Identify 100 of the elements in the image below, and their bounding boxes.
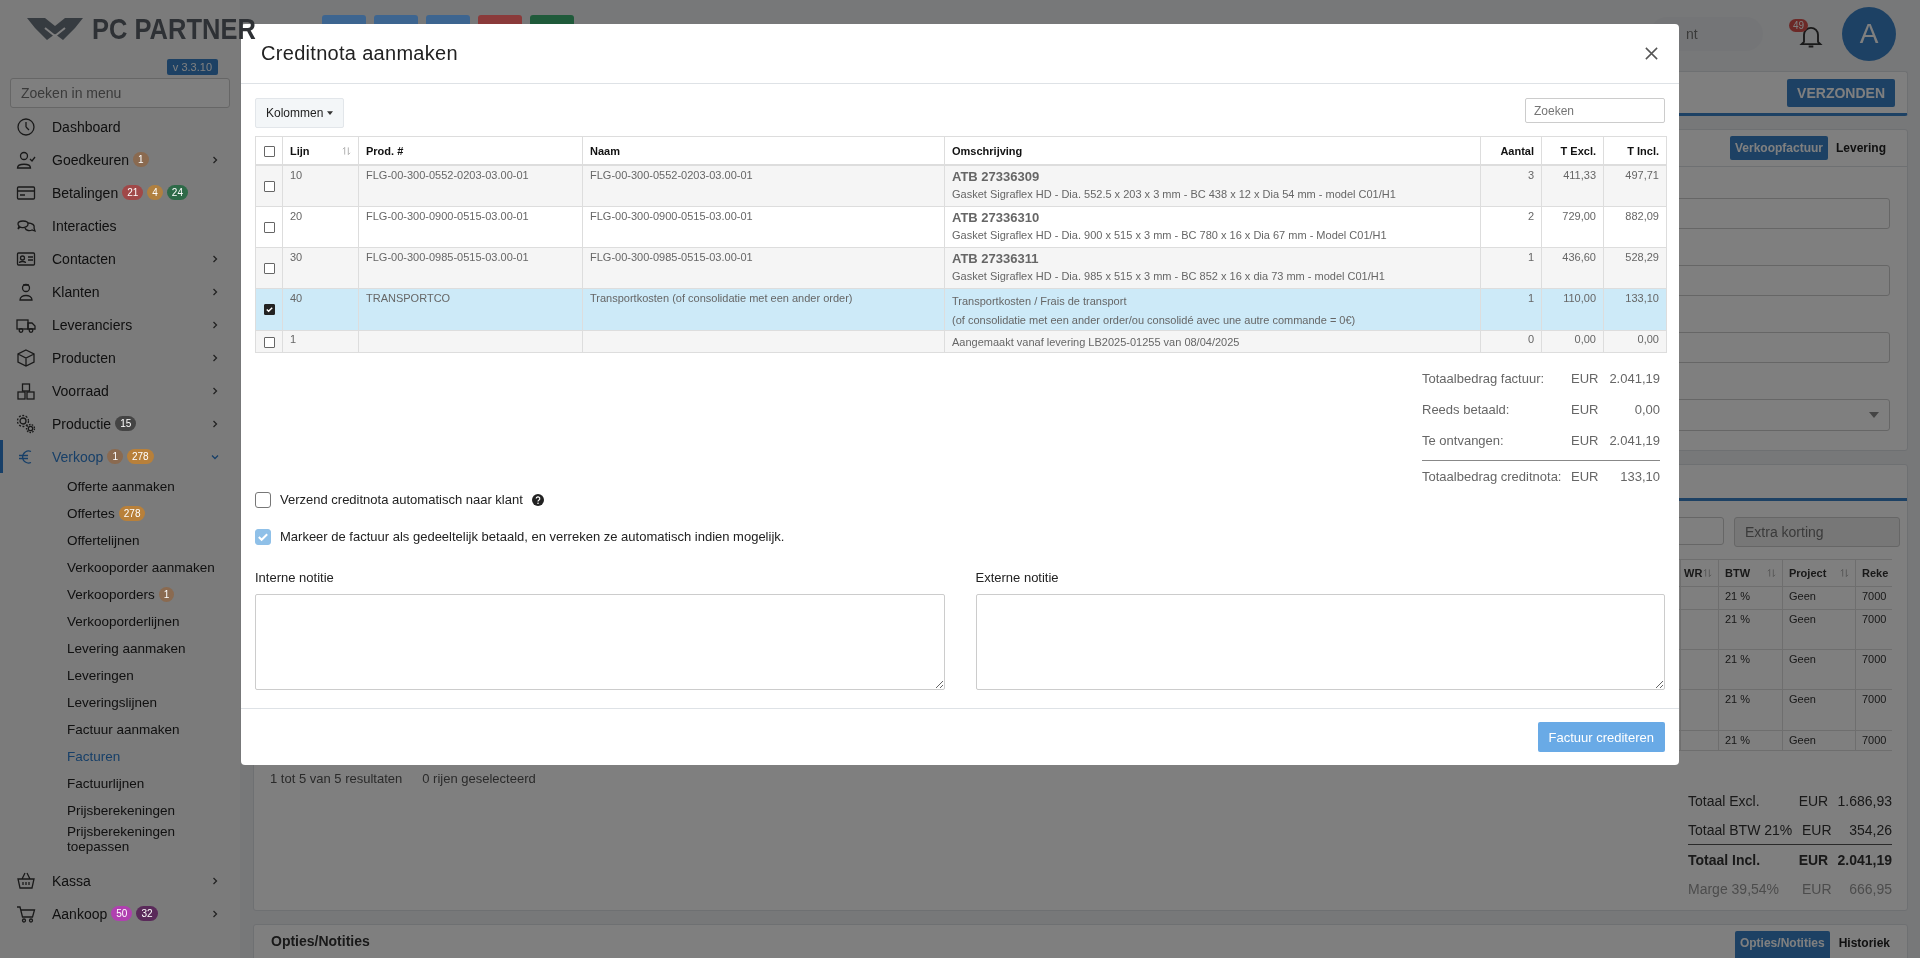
table-cell: 40 <box>290 291 303 304</box>
sort-icon[interactable] <box>1767 568 1776 578</box>
select-all-checkbox[interactable] <box>263 145 275 157</box>
summary-label: Totaalbedrag creditnota: <box>1422 468 1563 484</box>
discount-field[interactable]: Extra korting <box>1734 517 1900 547</box>
table-cell: 882,09 <box>1625 209 1659 222</box>
submenu-item[interactable]: Facturen <box>10 743 215 770</box>
person-check-icon <box>16 149 36 170</box>
row-checkbox[interactable] <box>263 262 275 274</box>
currency: EUR <box>1571 432 1600 448</box>
row-checkbox[interactable] <box>263 221 275 233</box>
menu-item[interactable]: Productie 15 <box>0 407 230 440</box>
row-checkbox[interactable] <box>263 337 275 349</box>
table-cell: 0,00 <box>1637 332 1659 345</box>
close-icon[interactable] <box>1644 46 1659 61</box>
sort-icon[interactable] <box>1840 568 1849 578</box>
submenu-item[interactable]: Verkooporder aanmaken <box>10 554 215 581</box>
table-cell: FLG-00-300-0552-0203-03.00-01 <box>366 169 529 181</box>
menu-item[interactable]: Voorraad <box>0 374 230 407</box>
submit-button[interactable]: Factuur crediteren <box>1537 722 1665 752</box>
table-cell: 411,33 <box>1563 169 1596 181</box>
menu-item[interactable]: Aankoop 50 32 <box>0 897 230 930</box>
submenu-item[interactable]: Offertes 278 <box>10 500 215 527</box>
row-checkbox[interactable] <box>263 181 275 193</box>
column-header[interactable]: WR <box>1680 560 1718 586</box>
submenu-item[interactable]: Leveringen <box>10 662 215 689</box>
tab[interactable]: Levering <box>1831 136 1891 160</box>
menu-item[interactable]: Verkoop 1 278 <box>0 440 230 473</box>
submenu-item[interactable]: Verkooporders 1 <box>10 581 215 608</box>
toolbar-button[interactable] <box>530 15 574 24</box>
menu-item[interactable]: Producten <box>0 341 230 374</box>
submenu-item[interactable]: Offerte aanmaken <box>10 473 215 500</box>
sort-icon[interactable] <box>342 145 351 156</box>
status-button[interactable]: VERZONDEN <box>1787 78 1895 107</box>
tab[interactable]: Historiek <box>1833 931 1895 958</box>
menu-item[interactable]: Contacten <box>0 242 230 275</box>
article-code: ATB 27336309 <box>952 169 1041 185</box>
tab[interactable]: Verkoopfactuur <box>1729 136 1828 160</box>
summary-value: 133,10 <box>1619 468 1660 484</box>
menu-item[interactable]: Betalingen 21 4 24 <box>0 176 230 209</box>
description-text: Gasket Sigraflex HD - Dia. 552.5 x 203 x 3 mm - BC 438 x 12 x Dia 54 mm - model C01/H1 <box>952 187 1397 202</box>
submenu-item[interactable]: Offertelijnen <box>10 527 215 554</box>
submenu-item[interactable]: Verkooporderlijnen <box>10 608 215 635</box>
notification-badge: 49 <box>1789 19 1809 32</box>
table-cell: FLG-00-300-0985-0515-03.00-01 <box>366 250 529 263</box>
currency: EUR <box>1571 370 1600 386</box>
article-code: ATB 27336310 <box>952 209 1041 226</box>
summary-label: Te ontvangen: <box>1422 432 1505 448</box>
currency: EUR <box>1802 821 1833 838</box>
table-cell: FLG-00-300-0985-0515-03.00-01 <box>590 250 753 263</box>
row-checkbox[interactable] <box>263 304 275 316</box>
summary-value: 2.041,19 <box>1608 432 1660 448</box>
total-value: 354,26 <box>1848 821 1892 838</box>
column-header[interactable]: BTW <box>1718 560 1782 586</box>
table-cell: 3 <box>1527 169 1534 181</box>
caret-icon <box>327 111 334 115</box>
menu-item[interactable]: Kassa <box>0 864 230 897</box>
submenu-item[interactable]: Prijsberekeningen <box>10 797 215 824</box>
toolbar-button[interactable] <box>322 15 366 24</box>
menu-search-field[interactable]: Zoeken in menu <box>10 78 230 108</box>
summary-label: Totaalbedrag factuur: <box>1422 370 1546 386</box>
table-cell: Geen <box>1782 690 1855 730</box>
note-textarea[interactable] <box>255 593 945 690</box>
table-cell: 7000 <box>1855 690 1892 730</box>
table-cell: 133,10 <box>1625 291 1659 304</box>
submenu-item[interactable]: Prijsberekeningen toepassen <box>10 824 215 854</box>
count-badge: 21 <box>122 185 144 200</box>
search-field[interactable]: Zoeken <box>1525 98 1665 123</box>
table-cell: FLG-00-300-0552-0203-03.00-01 <box>590 169 753 181</box>
avatar[interactable]: A <box>1842 7 1896 61</box>
toolbar-button[interactable] <box>374 15 418 24</box>
help-icon[interactable] <box>531 493 544 506</box>
note-textarea[interactable] <box>975 593 1665 690</box>
box-icon <box>16 347 36 368</box>
submenu-item[interactable]: Factuur aanmaken <box>10 716 215 743</box>
table-cell: TRANSPORTCO <box>366 291 451 304</box>
submenu-item[interactable]: Factuurlijnen <box>10 770 215 797</box>
columns-dropdown-button[interactable]: Kolommen <box>255 98 345 128</box>
column-header[interactable]: Project <box>1782 560 1855 586</box>
table-cell: 1 <box>1527 291 1534 304</box>
column-header[interactable]: Reke <box>1855 560 1892 586</box>
table-cell: Geen <box>1782 587 1855 609</box>
sort-icon[interactable] <box>1703 568 1712 578</box>
count-badge: 1 <box>107 449 123 464</box>
menu-item[interactable]: Interacties <box>0 209 230 242</box>
table-cell: 0 <box>1527 332 1534 345</box>
table-cell: 7000 <box>1855 731 1892 750</box>
checkbox[interactable] <box>255 491 271 508</box>
count-badge: 50 <box>111 906 133 921</box>
total-label: Totaal Incl. <box>1688 851 1762 868</box>
toolbar-button[interactable] <box>426 15 470 24</box>
submenu-item[interactable]: Levering aanmaken <box>10 635 215 662</box>
menu-item[interactable]: Klanten <box>0 275 230 308</box>
tab[interactable]: Opties/Notities <box>1734 931 1830 958</box>
menu-item[interactable]: Goedkeuren 1 <box>0 143 230 176</box>
toolbar-button[interactable] <box>478 15 522 24</box>
menu-item[interactable]: Leveranciers <box>0 308 230 341</box>
table-cell: 7000 <box>1855 587 1892 609</box>
submenu-item[interactable]: Leveringslijnen <box>10 689 215 716</box>
menu-item[interactable]: Dashboard <box>0 110 230 143</box>
